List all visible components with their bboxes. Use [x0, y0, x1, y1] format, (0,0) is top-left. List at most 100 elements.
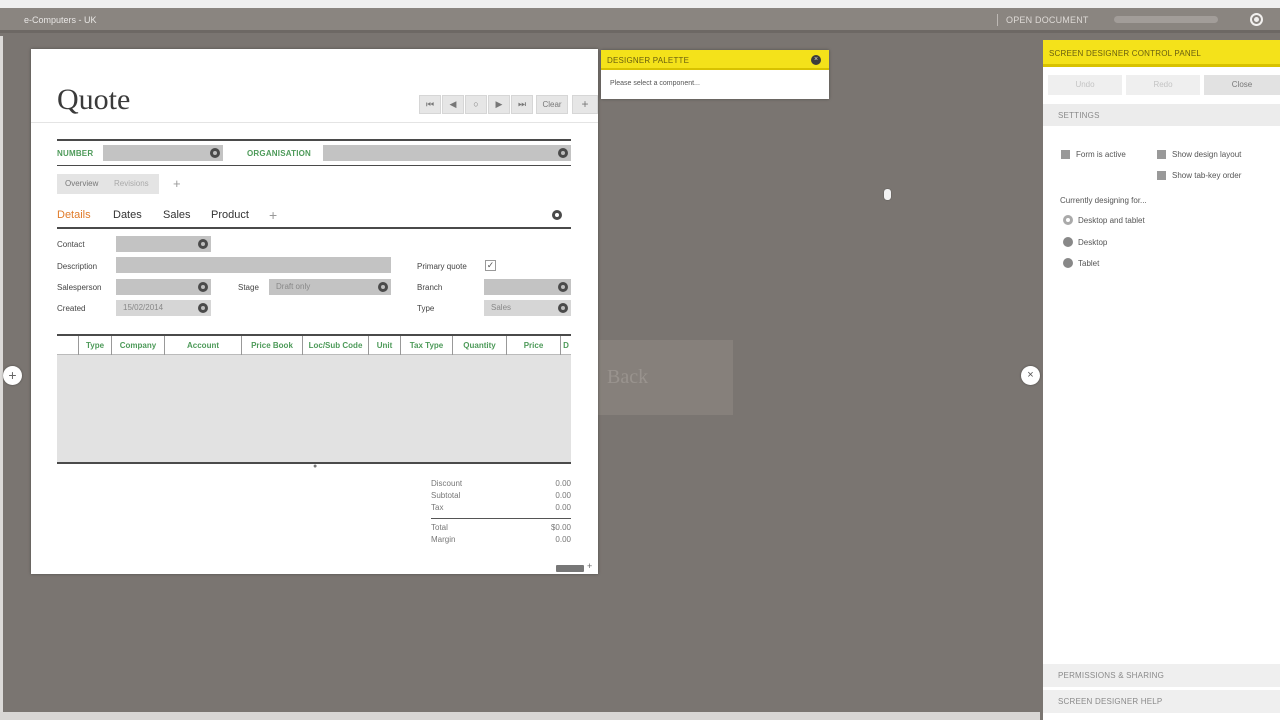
desktop-radio[interactable] [1063, 237, 1073, 247]
stage-field[interactable]: Draft only [269, 279, 391, 295]
column-header[interactable]: Quantity [452, 336, 506, 355]
column-header[interactable]: Price Book [241, 336, 302, 355]
type-field[interactable]: Sales [484, 300, 571, 316]
tab-sales[interactable]: Sales [163, 209, 191, 221]
contact-field[interactable] [116, 236, 211, 252]
total-value: $0.00 [550, 523, 571, 532]
refresh-button[interactable]: ○ [465, 95, 487, 114]
column-header[interactable]: Unit [368, 336, 400, 355]
settings-label: SETTINGS [1058, 111, 1100, 120]
grid-resize-handle[interactable]: ● [313, 463, 317, 470]
palette-title: DESIGNER PALETTE [607, 56, 690, 65]
subtab-bar: Overview Revisions [57, 174, 159, 194]
tab-product[interactable]: Product [211, 209, 249, 221]
open-document-input[interactable] [1114, 16, 1218, 23]
last-record-button[interactable]: ⏭ [511, 95, 533, 114]
type-value: Sales [491, 303, 512, 312]
permissions-section-header[interactable]: PERMISSIONS & SHARING [1043, 664, 1280, 687]
column-header[interactable]: Loc/Sub Code [302, 336, 368, 355]
record-navigation: ⏮ ◀ ○ ▶ ⏭ [419, 95, 533, 114]
form-resize-icon[interactable]: + [587, 561, 592, 571]
title-divider [31, 122, 598, 123]
created-field[interactable]: 15/02/2014 [116, 300, 211, 316]
first-record-button[interactable]: ⏮ [419, 95, 441, 114]
add-tab-button[interactable]: + [269, 207, 277, 223]
salesperson-field[interactable] [116, 279, 211, 295]
stage-value: Draft only [276, 282, 311, 291]
margin-label: Margin [431, 535, 456, 544]
subtab-overview[interactable]: Overview [65, 174, 98, 194]
form-active-checkbox[interactable] [1061, 150, 1070, 159]
organisation-field[interactable] [323, 145, 571, 161]
column-header[interactable]: Type [78, 336, 111, 355]
palette-header[interactable]: DESIGNER PALETTE × [601, 50, 829, 70]
contact-label: Contact [57, 240, 85, 249]
branch-field[interactable] [484, 279, 571, 295]
add-subtab-button[interactable]: + [173, 176, 181, 191]
palette-close-icon[interactable]: × [811, 55, 821, 65]
palette-message: Please select a component... [610, 80, 700, 87]
created-label: Created [57, 304, 86, 313]
margin-value: 0.00 [555, 535, 571, 544]
close-button[interactable]: Close [1204, 75, 1280, 95]
column-header[interactable]: Tax Type [400, 336, 452, 355]
tab-details[interactable]: Details [57, 209, 91, 221]
lookup-icon[interactable] [198, 303, 208, 313]
bottom-edge [0, 712, 1040, 720]
column-header[interactable]: D [560, 336, 571, 355]
stage-label: Stage [238, 283, 259, 292]
lookup-icon[interactable] [558, 303, 568, 313]
show-design-layout-checkbox[interactable] [1157, 150, 1166, 159]
description-field[interactable] [116, 257, 391, 273]
redo-button[interactable]: Redo [1126, 75, 1200, 95]
undo-button[interactable]: Undo [1048, 75, 1122, 95]
lookup-icon[interactable] [558, 148, 568, 158]
number-field[interactable] [103, 145, 223, 161]
salesperson-label: Salesperson [57, 283, 102, 292]
tablet-radio[interactable] [1063, 258, 1073, 268]
lookup-icon[interactable] [558, 282, 568, 292]
tab-options-icon[interactable] [552, 210, 562, 220]
desktop-and-tablet-radio[interactable] [1063, 215, 1073, 225]
lookup-icon[interactable] [210, 148, 220, 158]
help-label: SCREEN DESIGNER HELP [1058, 697, 1163, 706]
column-header[interactable]: Company [111, 336, 164, 355]
subtotal-label: Subtotal [431, 491, 461, 500]
designer-palette: DESIGNER PALETTE × Please select a compo… [601, 50, 829, 99]
tax-value: 0.00 [555, 503, 571, 512]
next-record-button[interactable]: ▶ [488, 95, 510, 114]
line-items-grid[interactable]: Type Company Account Price Book Loc/Sub … [57, 334, 571, 464]
form-size-tag[interactable] [556, 565, 584, 572]
collapse-right-panel-button[interactable]: × [1021, 366, 1040, 385]
help-section-header[interactable]: SCREEN DESIGNER HELP [1043, 690, 1280, 713]
discount-value: 0.00 [555, 479, 571, 488]
control-panel-header: SCREEN DESIGNER CONTROL PANEL [1043, 40, 1280, 67]
column-header[interactable]: Price [506, 336, 560, 355]
settings-section-header[interactable]: SETTINGS [1043, 104, 1280, 126]
tab-bar: Details Dates Sales Product + [57, 207, 571, 229]
topbar-divider [997, 14, 998, 26]
tab-dates[interactable]: Dates [113, 209, 142, 221]
show-tab-key-order-checkbox[interactable] [1157, 171, 1166, 180]
column-header[interactable]: Account [164, 336, 241, 355]
subtotal-value: 0.00 [555, 491, 571, 500]
subtab-revisions[interactable]: Revisions [114, 174, 149, 194]
open-document-label[interactable]: OPEN DOCUMENT [1006, 15, 1089, 25]
totals-divider [431, 518, 571, 519]
clear-button[interactable]: Clear [536, 95, 568, 114]
primary-quote-checkbox[interactable]: ✓ [485, 260, 496, 271]
branch-label: Branch [417, 283, 443, 292]
previous-record-button[interactable]: ◀ [442, 95, 464, 114]
lookup-icon[interactable] [378, 282, 388, 292]
add-record-button[interactable]: + [572, 95, 598, 114]
number-label: NUMBER [57, 149, 94, 158]
expand-left-panel-button[interactable]: + [3, 366, 22, 385]
quote-form: Quote ⏮ ◀ ○ ▶ ⏭ Clear + NUMBER ORGANISAT… [31, 49, 598, 574]
designing-for-label: Currently designing for... [1060, 196, 1147, 205]
user-icon[interactable] [1250, 13, 1263, 26]
lookup-icon[interactable] [198, 239, 208, 249]
permissions-label: PERMISSIONS & SHARING [1058, 671, 1164, 680]
lookup-icon[interactable] [198, 282, 208, 292]
app-title: e-Computers - UK [24, 15, 97, 25]
organisation-label: ORGANISATION [247, 149, 312, 158]
